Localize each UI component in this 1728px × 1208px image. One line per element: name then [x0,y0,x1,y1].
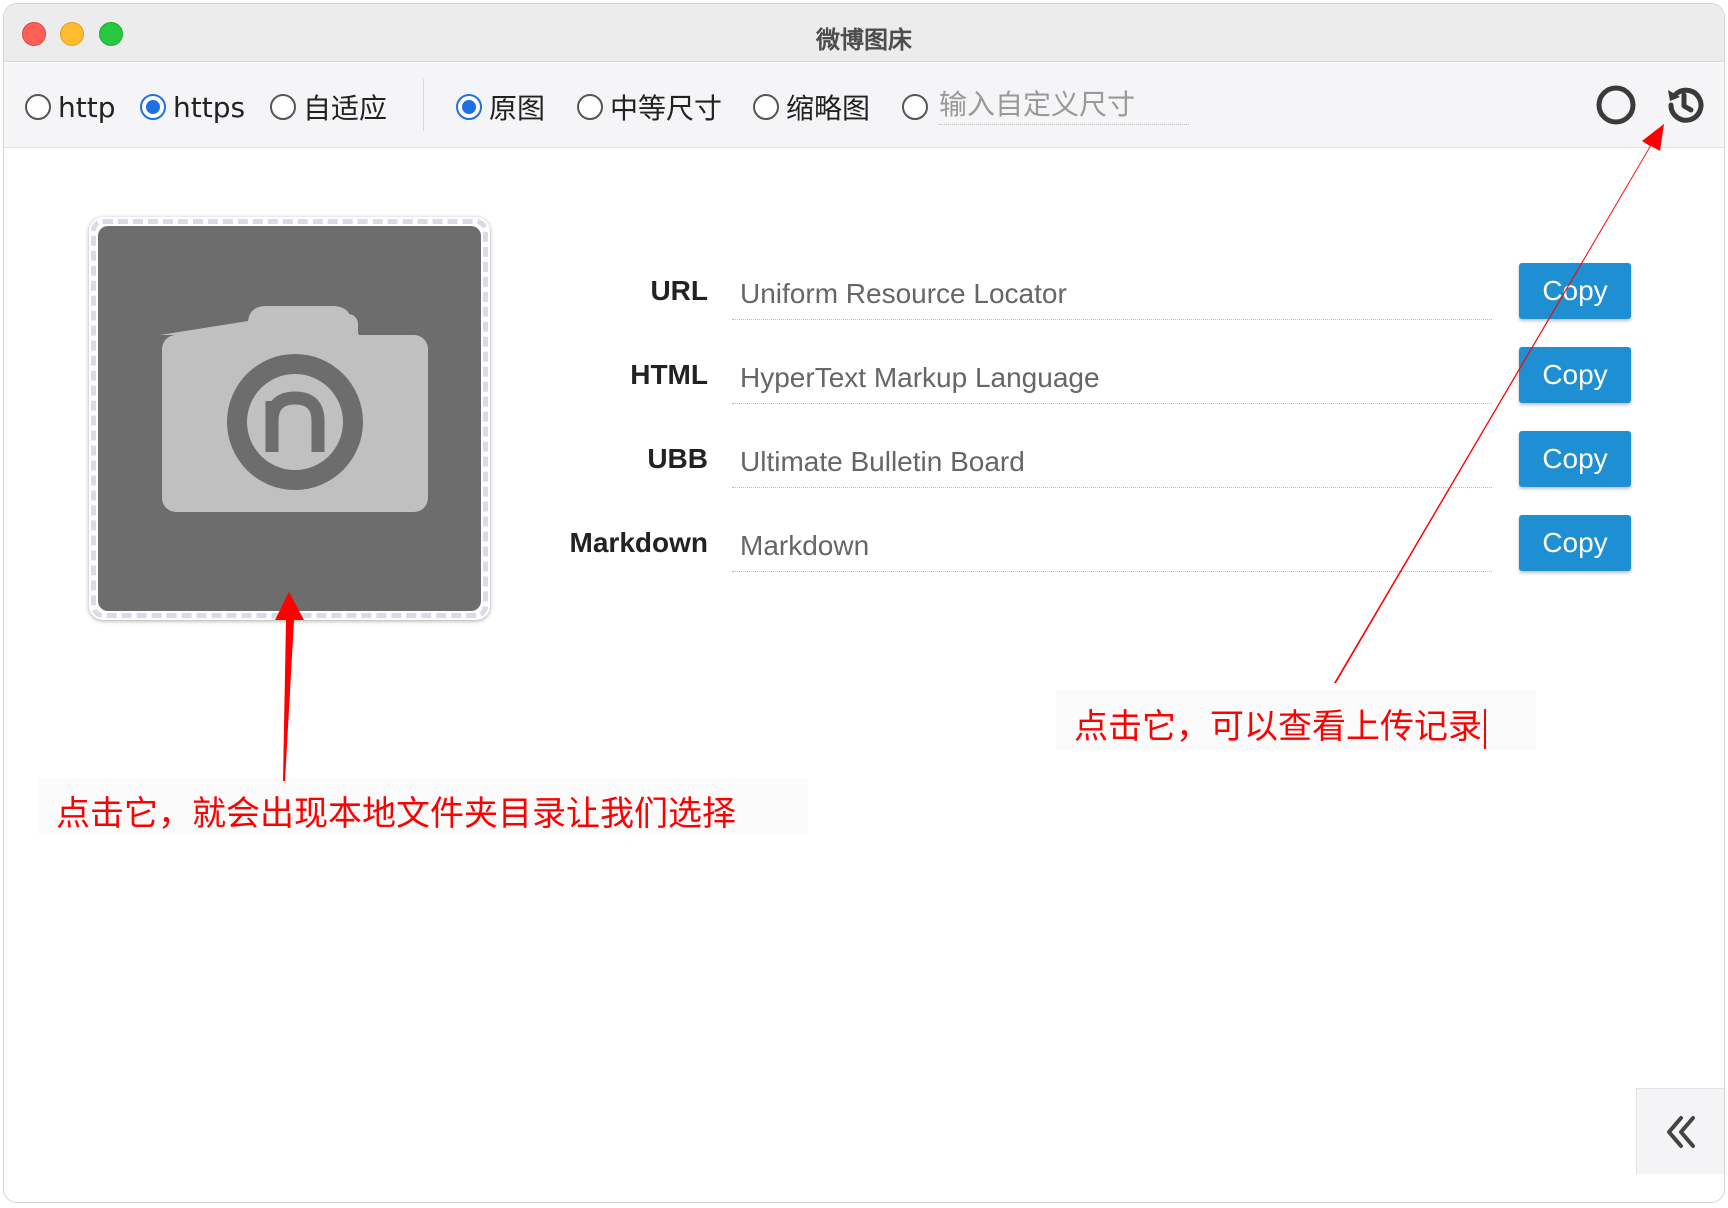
link-row-ubb: UBB Copy [524,431,1634,491]
markdown-field[interactable] [732,520,1492,572]
link-row-url: URL Copy [524,263,1634,323]
html-field[interactable] [732,352,1492,404]
toolbar: http https 自适应 原图 中等尺寸 缩略图 [4,63,1724,148]
window-title: 微博图床 [816,26,912,54]
size-radio-original[interactable]: 原图 [456,91,545,125]
double-chevron-left-icon [1666,1115,1695,1148]
radio-label: 缩略图 [786,92,871,125]
link-label: HTML [630,359,708,390]
url-field[interactable] [732,268,1492,320]
title-bar: 微博图床 [4,4,1724,62]
history-button[interactable] [1662,83,1706,127]
radio-circle[interactable] [25,94,51,120]
link-row-markdown: Markdown Copy [524,515,1634,575]
upload-dropzone[interactable] [89,217,490,620]
custom-size-input[interactable] [939,85,1189,125]
radio-circle[interactable] [456,94,482,120]
copy-html-button[interactable]: Copy [1519,347,1631,403]
history-annotation-text: 点击它，可以查看上传记录 [1074,707,1482,747]
radio-circle[interactable] [140,94,166,120]
radio-label: https [173,90,246,124]
upload-annotation-text: 点击它，就会出现本地文件夹目录让我们选择 [56,794,736,834]
link-label: URL [650,275,708,306]
link-label: Markdown [569,527,708,558]
copy-markdown-button[interactable]: Copy [1519,515,1631,571]
radio-circle[interactable] [753,94,779,120]
radio-label: 原图 [489,92,546,125]
camera-icon [160,306,428,512]
upload-annotation: 点击它，就会出现本地文件夹目录让我们选择 [38,778,808,834]
protocol-radio-http[interactable]: http [25,90,116,124]
copy-ubb-button[interactable]: Copy [1519,431,1631,487]
history-icon [1668,87,1704,123]
radio-circle[interactable] [902,94,928,120]
copy-url-button[interactable]: Copy [1519,263,1631,319]
radio-circle[interactable] [577,94,603,120]
size-radio-custom[interactable] [902,91,935,123]
radio-circle[interactable] [270,94,296,120]
collapse-panel-button[interactable] [1636,1088,1724,1174]
radio-label: 中等尺寸 [610,92,723,125]
radio-label: 自适应 [303,92,388,125]
toolbar-divider [423,79,424,131]
link-label: UBB [647,443,708,474]
ubb-field[interactable] [732,436,1492,488]
text-cursor [1484,708,1486,749]
protocol-radio-https[interactable]: https [140,90,246,124]
circle-icon [1596,85,1636,125]
size-radio-thumbnail[interactable]: 缩略图 [753,91,870,125]
radio-label: http [58,90,116,124]
status-button[interactable] [1594,83,1638,127]
upload-preview[interactable] [98,226,481,611]
history-annotation: 点击它，可以查看上传记录 [1056,689,1536,751]
size-radio-medium[interactable]: 中等尺寸 [577,91,722,125]
protocol-radio-auto[interactable]: 自适应 [270,91,387,125]
link-row-html: HTML Copy [524,347,1634,407]
app-window: 微博图床 http https 自适应 原图 中等尺寸 缩略图 输入自定义尺寸 … [3,3,1725,1203]
